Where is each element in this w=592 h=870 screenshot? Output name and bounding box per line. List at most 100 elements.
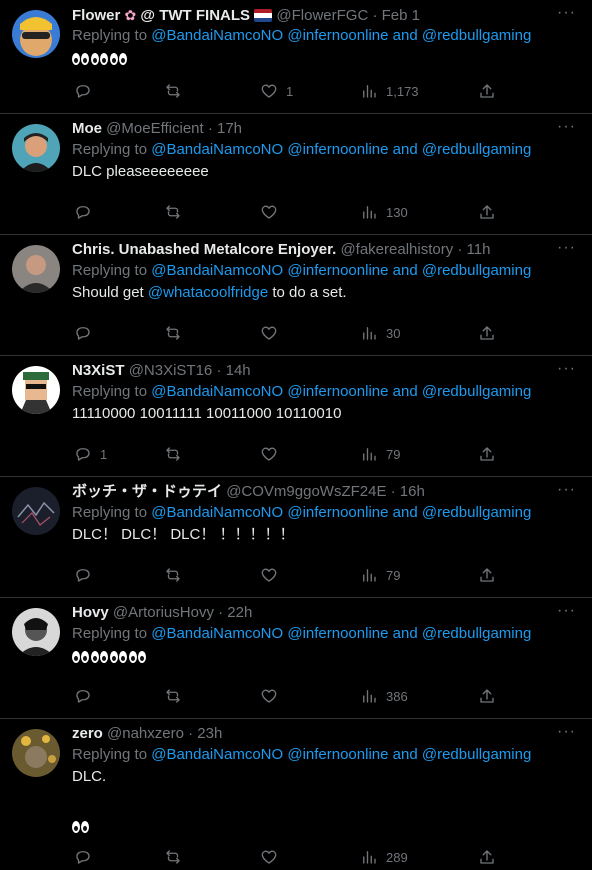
handle-time[interactable]: @N3XiST16 · 14h <box>129 362 251 379</box>
mention-joiner[interactable]: and <box>393 625 418 642</box>
avatar[interactable] <box>12 608 60 656</box>
display-name[interactable]: N3XiST <box>72 362 125 379</box>
display-name[interactable]: ボッチ・ザ・ドゥテイ <box>72 483 222 500</box>
mention-link[interactable]: @BandaiNamcoNO <box>151 27 283 44</box>
avatar[interactable] <box>12 487 60 535</box>
like-button[interactable] <box>260 566 286 584</box>
mention-joiner[interactable]: and <box>393 504 418 521</box>
reply-button[interactable] <box>74 566 100 584</box>
mention-link[interactable]: @infernoonline <box>287 625 388 642</box>
avatar[interactable] <box>12 366 60 414</box>
retweet-button[interactable] <box>164 687 182 705</box>
more-dots-icon[interactable]: ··· <box>557 481 576 499</box>
mention-link[interactable]: @infernoonline <box>287 141 388 158</box>
handle-time[interactable]: @MoeEfficient · 17h <box>106 120 242 137</box>
tweet[interactable]: ··· Moe @MoeEfficient · 17h Replying to … <box>0 114 592 235</box>
avatar[interactable] <box>12 245 60 293</box>
display-name[interactable]: Flower <box>72 7 120 24</box>
like-button[interactable] <box>260 445 286 463</box>
reply-button[interactable] <box>74 82 100 100</box>
mention-joiner[interactable]: and <box>393 746 418 763</box>
mention-link[interactable]: @infernoonline <box>287 262 388 279</box>
mention-link[interactable]: @BandaiNamcoNO <box>151 262 283 279</box>
display-name[interactable]: zero <box>72 725 103 742</box>
mention-link[interactable]: @infernoonline <box>287 504 388 521</box>
mention-joiner[interactable]: and <box>393 383 418 400</box>
more-dots-icon[interactable]: ··· <box>557 360 576 378</box>
tweet[interactable]: ··· Chris. Unabashed Metalcore Enjoyer. … <box>0 235 592 356</box>
share-button[interactable] <box>478 445 496 463</box>
reply-button[interactable] <box>74 203 100 221</box>
display-name[interactable]: Chris. Unabashed Metalcore Enjoyer. <box>72 241 336 258</box>
views-button[interactable]: 79 <box>360 445 400 463</box>
mention-link[interactable]: @infernoonline <box>287 383 388 400</box>
views-button[interactable]: 1,173 <box>360 82 419 100</box>
mention-link[interactable]: @redbullgaming <box>422 262 531 279</box>
views-button[interactable]: 79 <box>360 566 400 584</box>
reply-button[interactable] <box>74 324 100 342</box>
retweet-button[interactable] <box>164 82 182 100</box>
avatar[interactable] <box>12 124 60 172</box>
views-button[interactable]: 30 <box>360 324 400 342</box>
mention-joiner[interactable]: and <box>393 141 418 158</box>
avatar[interactable] <box>12 10 60 58</box>
mention-link[interactable]: @BandaiNamcoNO <box>151 383 283 400</box>
tweet[interactable]: ··· Hovy @ArtoriusHovy · 22h Replying to… <box>0 598 592 719</box>
mention-link[interactable]: @infernoonline <box>287 27 388 44</box>
handle-time[interactable]: @fakerealhistory · 11h <box>340 241 490 258</box>
retweet-button[interactable] <box>164 203 182 221</box>
handle-time[interactable]: @ArtoriusHovy · 22h <box>113 604 252 621</box>
share-button[interactable] <box>478 566 496 584</box>
mention-link[interactable]: @BandaiNamcoNO <box>151 625 283 642</box>
share-button[interactable] <box>478 203 496 221</box>
retweet-button[interactable] <box>164 445 182 463</box>
tweet[interactable]: ··· ボッチ・ザ・ドゥテイ @COVm9ggoWsZF24E · 16h Re… <box>0 477 592 598</box>
mention-link[interactable]: @redbullgaming <box>422 141 531 158</box>
share-button[interactable] <box>478 324 496 342</box>
more-dots-icon[interactable]: ··· <box>557 602 576 620</box>
views-button[interactable]: 386 <box>360 687 408 705</box>
views-button[interactable]: 130 <box>360 203 408 221</box>
share-button[interactable] <box>478 848 496 866</box>
like-button[interactable] <box>260 687 286 705</box>
retweet-button[interactable] <box>164 324 182 342</box>
more-dots-icon[interactable]: ··· <box>557 723 576 741</box>
more-dots-icon[interactable]: ··· <box>557 4 576 22</box>
mention-joiner[interactable]: and <box>393 27 418 44</box>
handle-time[interactable]: @COVm9ggoWsZF24E · 16h <box>226 483 425 500</box>
views-button[interactable]: 289 <box>360 848 408 866</box>
mention-link[interactable]: @redbullgaming <box>422 383 531 400</box>
tweet[interactable]: ··· Flower ✿ @ TWT FINALS @FlowerFGC · F… <box>0 0 592 114</box>
mention-link[interactable]: @redbullgaming <box>422 746 531 763</box>
mention-joiner[interactable]: and <box>393 262 418 279</box>
mention-link[interactable]: @redbullgaming <box>422 625 531 642</box>
reply-button[interactable]: 1 <box>74 445 107 463</box>
mention-link[interactable]: @BandaiNamcoNO <box>151 504 283 521</box>
display-name[interactable]: Moe <box>72 120 102 137</box>
mention-link[interactable]: @redbullgaming <box>422 27 531 44</box>
more-dots-icon[interactable]: ··· <box>557 239 576 257</box>
share-button[interactable] <box>478 687 496 705</box>
retweet-button[interactable] <box>164 848 182 866</box>
avatar[interactable] <box>12 729 60 777</box>
tweet[interactable]: ··· N3XiST @N3XiST16 · 14h Replying to @… <box>0 356 592 477</box>
mention-link[interactable]: @BandaiNamcoNO <box>151 141 283 158</box>
display-name[interactable]: Hovy <box>72 604 109 621</box>
display-name-suffix[interactable]: @ TWT FINALS <box>140 7 250 24</box>
mention-link[interactable]: @BandaiNamcoNO <box>151 746 283 763</box>
mention-link[interactable]: @whatacoolfridge <box>148 284 268 301</box>
share-button[interactable] <box>478 82 496 100</box>
like-button[interactable] <box>260 848 286 866</box>
retweet-button[interactable] <box>164 566 182 584</box>
handle-time[interactable]: @FlowerFGC · Feb 1 <box>276 7 420 24</box>
mention-link[interactable]: @infernoonline <box>287 746 388 763</box>
like-button[interactable] <box>260 203 286 221</box>
more-dots-icon[interactable]: ··· <box>557 118 576 136</box>
reply-button[interactable] <box>74 848 100 866</box>
handle-time[interactable]: @nahxzero · 23h <box>107 725 222 742</box>
like-button[interactable]: 1 <box>260 82 293 100</box>
tweet[interactable]: ··· zero @nahxzero · 23h Replying to @Ba… <box>0 719 592 870</box>
like-button[interactable] <box>260 324 286 342</box>
reply-button[interactable] <box>74 687 100 705</box>
mention-link[interactable]: @redbullgaming <box>422 504 531 521</box>
